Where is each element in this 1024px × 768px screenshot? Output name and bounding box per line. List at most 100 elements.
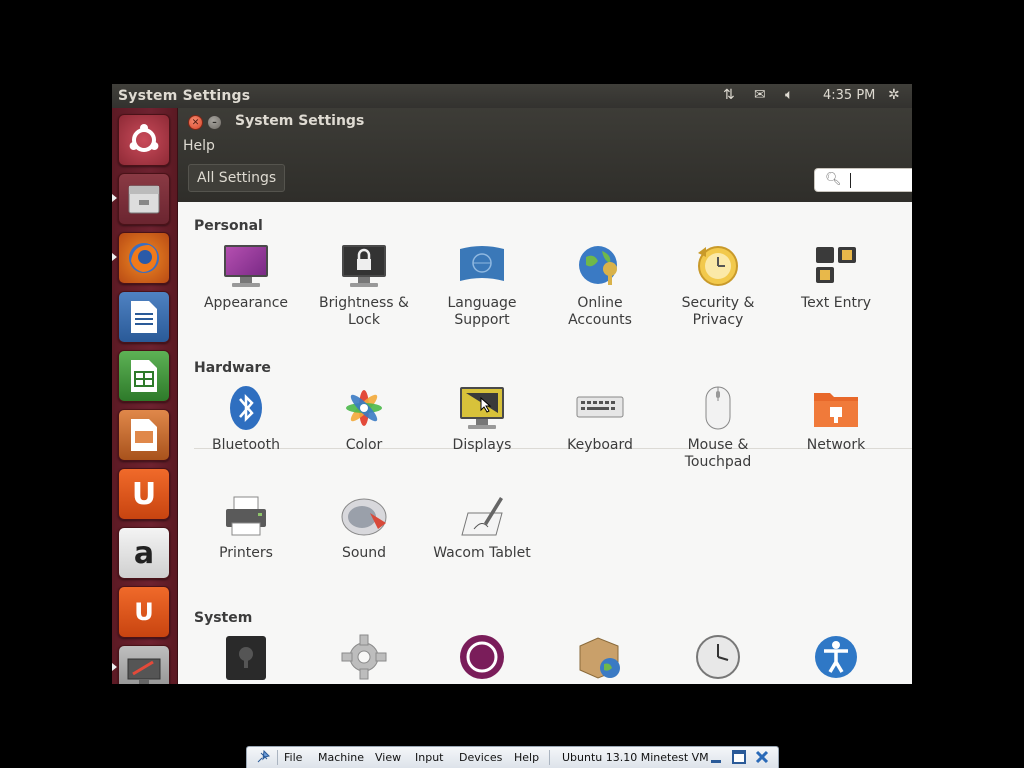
vm-name: Ubuntu 13.10 Minetest VM [562,751,709,764]
item-label: Support [454,312,510,328]
item-keyboard[interactable]: Keyboard [541,385,659,454]
item-system-backups[interactable] [187,634,305,680]
tablet-pen-icon [458,493,506,539]
window-header: ✕ – System Settings Help All Settings 🔍︎ [178,108,912,202]
item-sound[interactable]: Sound [305,493,423,562]
item-wacom-tablet[interactable]: Wacom Tablet [423,493,541,562]
item-label: Language [447,295,517,311]
firefox-icon[interactable] [118,232,170,284]
item-label: Accounts [568,312,632,328]
vm-screen: System Settings ⇅ ✉ 🔈︎ 4:35 PM ✲ U a U ✕… [112,84,912,684]
item-online-accounts[interactable]: Online Accounts [541,243,659,329]
item-label: Wacom Tablet [433,545,531,561]
gear-icon[interactable]: ✲ [888,87,900,103]
item-appearance[interactable]: Appearance [187,243,305,312]
item-label: Security & [681,295,755,311]
search-icon: 🔍︎ [825,172,842,187]
all-settings-button[interactable]: All Settings [188,164,286,192]
item-color[interactable]: Color [305,385,423,454]
keys-icon [812,243,860,289]
host-menu-help[interactable]: Help [514,751,539,764]
host-menu-devices[interactable]: Devices [459,751,502,764]
host-menu-input[interactable]: Input [415,751,443,764]
flag-icon [458,243,506,289]
display-icon [458,385,506,431]
ring-icon [458,634,506,680]
panel-clock[interactable]: 4:35 PM [823,88,875,103]
close-button[interactable]: ✕ [188,115,203,130]
settings-content: Personal Appearance Brightness & Lock Lan… [178,202,912,684]
item-label: Privacy [692,312,744,328]
libreoffice-calc-icon[interactable] [118,350,170,402]
safe-icon [222,634,270,680]
gear-icon [340,634,388,680]
item-label: Lock [348,312,380,328]
item-system-details[interactable] [305,634,423,680]
item-label: Mouse & [687,437,749,453]
host-menu-machine[interactable]: Machine [318,751,364,764]
launcher-running-pip [112,663,117,671]
item-brightness-lock[interactable]: Brightness & Lock [305,243,423,329]
pin-icon[interactable] [255,749,271,768]
search-input[interactable]: 🔍︎ [814,168,912,192]
mail-icon[interactable]: ✉ [754,87,766,103]
window-title: System Settings [235,113,365,129]
color-wheel-icon [340,385,388,431]
item-label: Appearance [203,295,289,311]
item-label: Keyboard [567,437,633,453]
host-menu-view[interactable]: View [375,751,401,764]
package-globe-icon [576,634,624,680]
item-system-universal-access[interactable] [777,634,895,680]
item-label: Printers [219,545,273,561]
close-icon[interactable] [754,749,770,768]
globe-key-icon [576,243,624,289]
volume-icon[interactable]: 🔈︎ [785,87,793,103]
item-label: Sound [341,545,387,561]
ubuntu-one-icon[interactable]: U [118,468,170,520]
bluetooth-icon [222,385,270,431]
panel-app-title: System Settings [118,88,251,104]
clock-icon [694,634,742,680]
section-title-system: System [194,610,253,626]
minimize-button[interactable]: – [207,115,222,130]
dash-home-icon[interactable] [118,114,170,166]
clock-arrow-icon [694,243,742,289]
item-text-entry[interactable]: Text Entry [777,243,895,312]
item-label: Bluetooth [212,437,280,453]
ubuntu-one-music-icon[interactable]: U [118,586,170,638]
item-system-software[interactable] [541,634,659,680]
item-system-landscape[interactable] [423,634,541,680]
lock-icon [340,243,388,289]
host-menu-file[interactable]: File [284,751,302,764]
section-title-personal: Personal [194,218,263,234]
section-title-hardware: Hardware [194,360,271,376]
item-label: Color [345,437,383,453]
mouse-icon [694,385,742,431]
amazon-icon[interactable]: a [118,527,170,579]
text-caret [850,173,851,188]
menu-help[interactable]: Help [183,138,215,154]
item-label: Online [577,295,623,311]
item-language-support[interactable]: Language Support [423,243,541,329]
item-label: Network [806,437,866,453]
item-security-privacy[interactable]: Security & Privacy [659,243,777,329]
speaker-icon [340,493,388,539]
minimize-icon[interactable] [709,751,723,768]
item-system-time-date[interactable] [659,634,777,680]
restore-icon[interactable] [731,749,747,768]
item-label: Text Entry [800,295,871,311]
item-mouse-touchpad[interactable]: Mouse & Touchpad [659,385,777,471]
item-displays[interactable]: Displays [423,385,541,454]
item-bluetooth[interactable]: Bluetooth [187,385,305,454]
item-label: Touchpad [684,454,752,470]
libreoffice-writer-icon[interactable] [118,291,170,343]
separator [549,750,550,765]
item-label: Brightness & [319,295,409,311]
system-settings-icon[interactable] [118,645,170,684]
network-icon[interactable]: ⇅ [723,87,735,103]
libreoffice-impress-icon[interactable] [118,409,170,461]
item-network[interactable]: Network [777,385,895,454]
files-icon[interactable] [118,173,170,225]
item-printers[interactable]: Printers [187,493,305,562]
launcher-running-pip [112,194,117,202]
